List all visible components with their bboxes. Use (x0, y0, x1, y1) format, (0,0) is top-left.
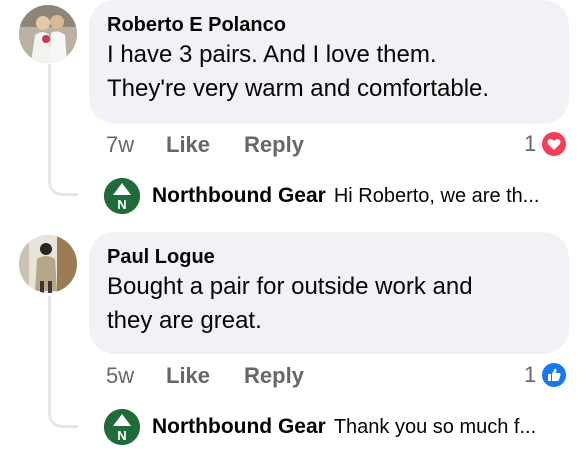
comment-text: Bought a pair for outside work and (107, 273, 473, 300)
svg-text:N: N (117, 197, 126, 212)
reaction-count: 1 (524, 131, 537, 156)
reply-snippet: Thank you so much f... (333, 415, 537, 438)
thread-connector (48, 408, 78, 428)
like-button[interactable]: Like (166, 132, 210, 158)
page-avatar: N (104, 178, 140, 214)
reaction-summary[interactable]: 1 (524, 129, 569, 159)
comment-timestamp[interactable]: 7w (106, 132, 166, 158)
page-avatar: N (104, 409, 140, 445)
comment-text: I have 3 pairs. And I love them. (107, 41, 437, 68)
svg-text:N: N (117, 428, 126, 443)
heart-icon (540, 130, 569, 158)
like-button[interactable]: Like (166, 363, 210, 389)
reply-preview[interactable]: N Northbound Gear Hi Roberto, we are th.… (104, 176, 539, 216)
reply-preview[interactable]: N Northbound Gear Thank you so much f... (104, 407, 536, 447)
reply-author[interactable]: Northbound Gear (152, 184, 326, 208)
comment-bubble: Paul Logue Bought a pair for outside wor… (89, 232, 569, 354)
thread-line (48, 296, 51, 408)
avatar[interactable] (19, 5, 77, 63)
comment-bubble: Roberto E Polanco I have 3 pairs. And I … (89, 0, 569, 124)
thumbs-up-icon (540, 361, 569, 389)
reply-snippet: Hi Roberto, we are th... (333, 184, 540, 207)
comment-author[interactable]: Roberto E Polanco (107, 12, 551, 38)
avatar-photo (19, 235, 77, 293)
avatar-photo (19, 5, 77, 63)
comment-timestamp[interactable]: 5w (106, 363, 166, 389)
reaction-count: 1 (524, 362, 537, 387)
northbound-logo-icon: N (104, 178, 140, 214)
comment-actions: 7w Like Reply (106, 130, 338, 160)
thread-line (48, 64, 51, 176)
comment-text: they are great. (107, 307, 262, 334)
reply-author[interactable]: Northbound Gear (152, 415, 326, 439)
comment-text: They're very warm and comfortable. (107, 75, 490, 102)
reaction-summary[interactable]: 1 (524, 360, 569, 390)
comment-actions: 5w Like Reply (106, 361, 338, 391)
reply-button[interactable]: Reply (244, 363, 304, 389)
avatar[interactable] (19, 235, 77, 293)
reply-button[interactable]: Reply (244, 132, 304, 158)
comment-author[interactable]: Paul Logue (107, 244, 551, 270)
northbound-logo-icon: N (104, 409, 140, 445)
thread-connector (48, 176, 78, 196)
